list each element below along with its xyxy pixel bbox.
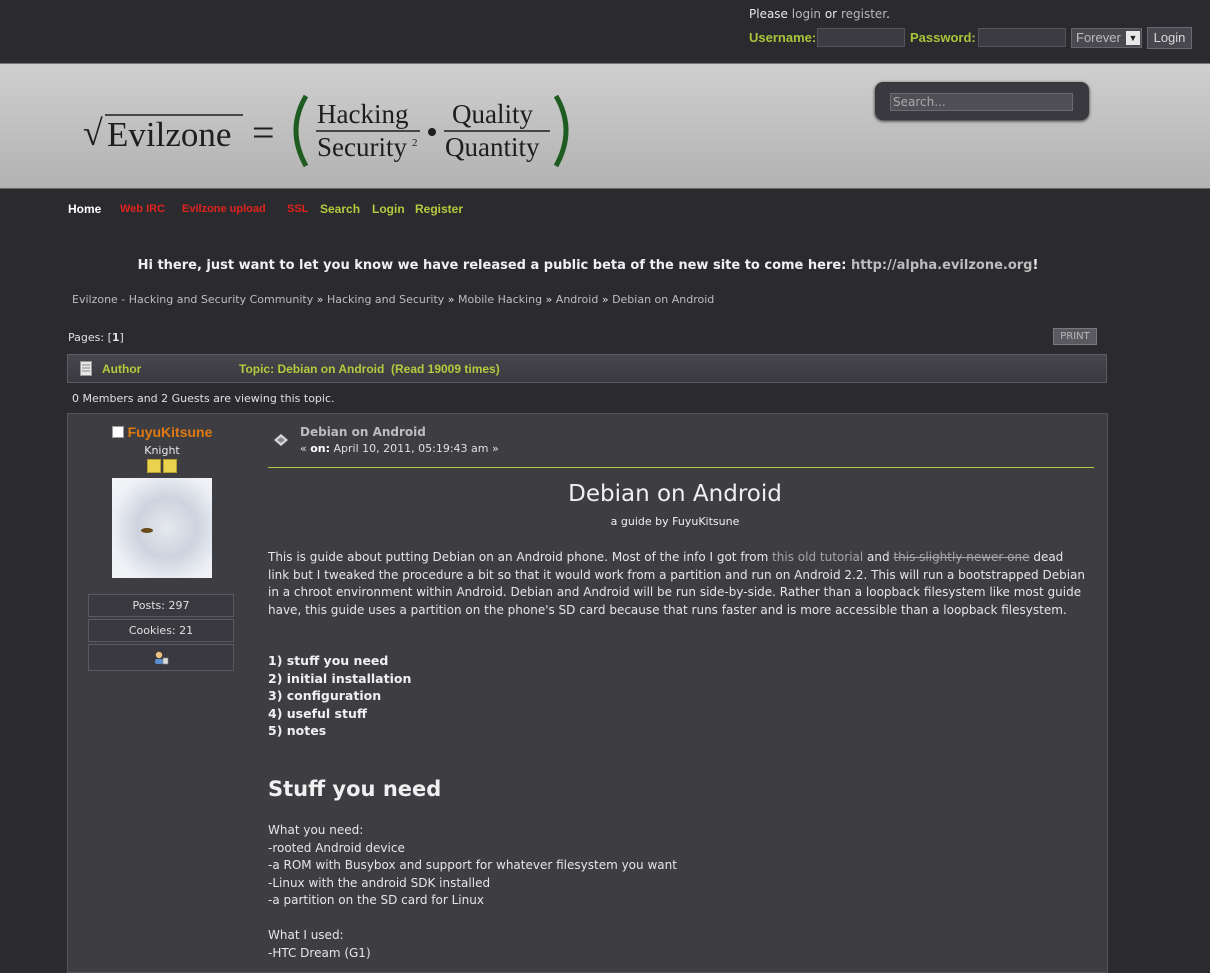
profile-button[interactable]: [88, 644, 234, 671]
search-panel: Search...: [875, 82, 1089, 120]
list-item: -a ROM with Busybox and support for what…: [268, 858, 677, 872]
nav-search[interactable]: Search: [320, 202, 360, 216]
svg-text:Security: Security: [317, 132, 407, 162]
list-item: -HTC Dream (G1): [268, 945, 371, 960]
chevron-down-icon: ▼: [1126, 31, 1140, 45]
avatar: [112, 478, 212, 578]
document-icon: [80, 361, 92, 376]
toc-item: 1) stuff you need: [268, 653, 389, 668]
svg-text:Quantity: Quantity: [445, 132, 540, 162]
viewers-count: 0 Members and 2 Guests are viewing this …: [72, 392, 335, 405]
nav-web-irc[interactable]: Web IRC: [120, 203, 165, 215]
list-item: -rooted Android device: [268, 840, 405, 855]
list-item: -Linux with the android SDK installed: [268, 875, 491, 890]
topic-title: Topic: Debian on Android (Read 19009 tim…: [239, 362, 500, 376]
section-heading: Stuff you need: [268, 777, 442, 801]
post-header: Debian on Android « on: April 10, 2011, …: [268, 424, 1094, 468]
post: FuyuKitsune Knight Posts: 297 Cookies: 2…: [67, 413, 1108, 973]
site-header: √ Evilzone = Hacking Security 2 Quality …: [0, 63, 1210, 189]
rank-stars: [88, 459, 236, 473]
nav-login[interactable]: Login: [372, 202, 405, 216]
toc-item: 4) useful stuff: [268, 705, 367, 721]
current-page[interactable]: 1: [112, 331, 120, 344]
post-date: « on: April 10, 2011, 05:19:43 am »: [300, 442, 499, 455]
breadcrumb-item[interactable]: Evilzone - Hacking and Security Communit…: [72, 293, 313, 306]
nav-register[interactable]: Register: [415, 202, 463, 216]
nav-ssl[interactable]: SSL: [287, 203, 308, 215]
search-input[interactable]: Search...: [890, 93, 1073, 111]
needs-list: What you need: -rooted Android device -a…: [268, 822, 677, 910]
pagination: Pages: [1]: [68, 331, 124, 344]
poster-cookies: Cookies: 21: [88, 619, 234, 642]
list-item: -a partition on the SD card for Linux: [268, 893, 484, 907]
poster-rank: Knight: [144, 444, 180, 457]
poster-info: FuyuKitsune Knight Posts: 297 Cookies: 2…: [88, 424, 236, 671]
star-icon: [147, 459, 161, 473]
top-login-bar: Please login or register. Username: Pass…: [0, 0, 1210, 63]
breadcrumb-item[interactable]: Android: [556, 293, 599, 306]
evilzone-logo[interactable]: √ Evilzone = Hacking Security 2 Quality …: [80, 88, 580, 172]
svg-text:√: √: [83, 113, 103, 153]
breadcrumb-item[interactable]: Hacking and Security: [327, 293, 444, 306]
toc-item: 3) configuration: [268, 688, 382, 703]
newer-tutorial-link[interactable]: this slightly newer one: [893, 550, 1029, 564]
username-input[interactable]: [817, 28, 905, 47]
alpha-site-link[interactable]: http://alpha.evilzone.org: [851, 258, 1033, 273]
svg-text:Evilzone: Evilzone: [107, 115, 231, 154]
breadcrumb-item[interactable]: Debian on Android: [612, 293, 714, 306]
topic-header-bar: Author Topic: Debian on Android (Read 19…: [67, 354, 1107, 383]
profile-icon: [155, 651, 169, 665]
post-subject[interactable]: Debian on Android: [300, 425, 426, 439]
login-button[interactable]: Login: [1147, 27, 1192, 49]
list-item: What you need:: [268, 823, 364, 837]
svg-text:Quality: Quality: [452, 99, 533, 129]
nav-home[interactable]: Home: [68, 202, 101, 216]
svg-text:Hacking: Hacking: [317, 99, 408, 129]
breadcrumb: Evilzone - Hacking and Security Communit…: [72, 293, 715, 306]
old-tutorial-link[interactable]: this old tutorial: [772, 550, 863, 564]
announcement: Hi there, just want to let you know we h…: [137, 258, 1039, 273]
print-button[interactable]: PRINT: [1053, 328, 1097, 345]
password-input[interactable]: [978, 28, 1066, 47]
intro-paragraph: This is guide about putting Debian on an…: [268, 550, 1086, 617]
login-link[interactable]: login: [792, 7, 821, 21]
nav-evilzone-upload[interactable]: Evilzone upload: [182, 203, 266, 215]
breadcrumb-item[interactable]: Mobile Hacking: [458, 293, 542, 306]
table-of-contents: 1) stuff you need 2) initial installatio…: [268, 652, 411, 740]
author-column-label: Author: [102, 362, 142, 376]
list-item: What I used:: [268, 928, 344, 942]
guide-title: Debian on Android: [568, 481, 782, 507]
toc-item: 5) notes: [268, 723, 327, 738]
poster-name[interactable]: FuyuKitsune: [128, 424, 213, 440]
online-status-icon: [111, 425, 124, 438]
svg-text:=: =: [252, 110, 275, 155]
login-prompt: Please login or register.: [749, 7, 890, 21]
password-label: Password:: [910, 30, 976, 45]
login-duration-select[interactable]: Forever ▼: [1071, 28, 1142, 48]
post-icon: [274, 434, 288, 446]
username-label: Username:: [749, 30, 817, 45]
star-icon: [163, 459, 177, 473]
toc-item: 2) initial installation: [268, 670, 412, 686]
svg-text:2: 2: [412, 137, 418, 149]
poster-posts: Posts: 297: [88, 594, 234, 617]
register-link[interactable]: register: [841, 7, 886, 21]
guide-subtitle: a guide by FuyuKitsune: [610, 515, 740, 528]
used-list: What I used: -HTC Dream (G1): [268, 927, 371, 962]
